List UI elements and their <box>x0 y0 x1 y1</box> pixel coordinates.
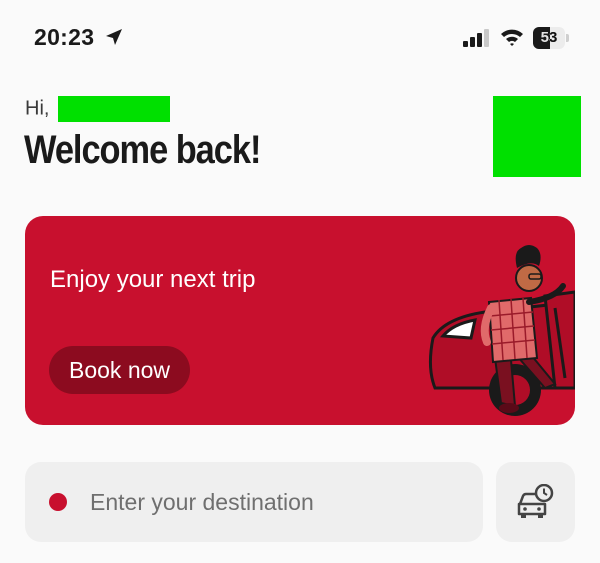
schedule-ride-button[interactable] <box>496 462 575 542</box>
battery-level: 53 <box>540 29 558 46</box>
book-now-button[interactable]: Book now <box>49 346 191 394</box>
wifi-icon <box>501 29 523 46</box>
status-time: 20:23 <box>34 24 95 50</box>
destination-dot-icon <box>49 493 67 511</box>
car-clock-icon <box>517 484 554 518</box>
promo-title: Enjoy your next trip <box>50 266 256 293</box>
greeting-label: Hi, <box>25 97 50 120</box>
destination-input[interactable]: Enter your destination <box>25 462 483 542</box>
greeting: Hi, <box>25 96 170 122</box>
cellular-signal-icon <box>463 29 489 47</box>
status-bar: 20:23 53 <box>0 0 600 78</box>
user-name-redacted <box>57 96 170 122</box>
promo-banner[interactable]: Enjoy your next trip Book now <box>25 216 575 425</box>
location-arrow-icon <box>106 29 122 45</box>
destination-placeholder: Enter your destination <box>90 489 314 515</box>
page-title: Welcome back! <box>24 128 261 172</box>
avatar[interactable] <box>493 96 581 177</box>
battery-cap <box>566 34 569 42</box>
battery-icon: 53 <box>533 27 565 49</box>
person-exiting-car-illustration <box>428 245 575 416</box>
